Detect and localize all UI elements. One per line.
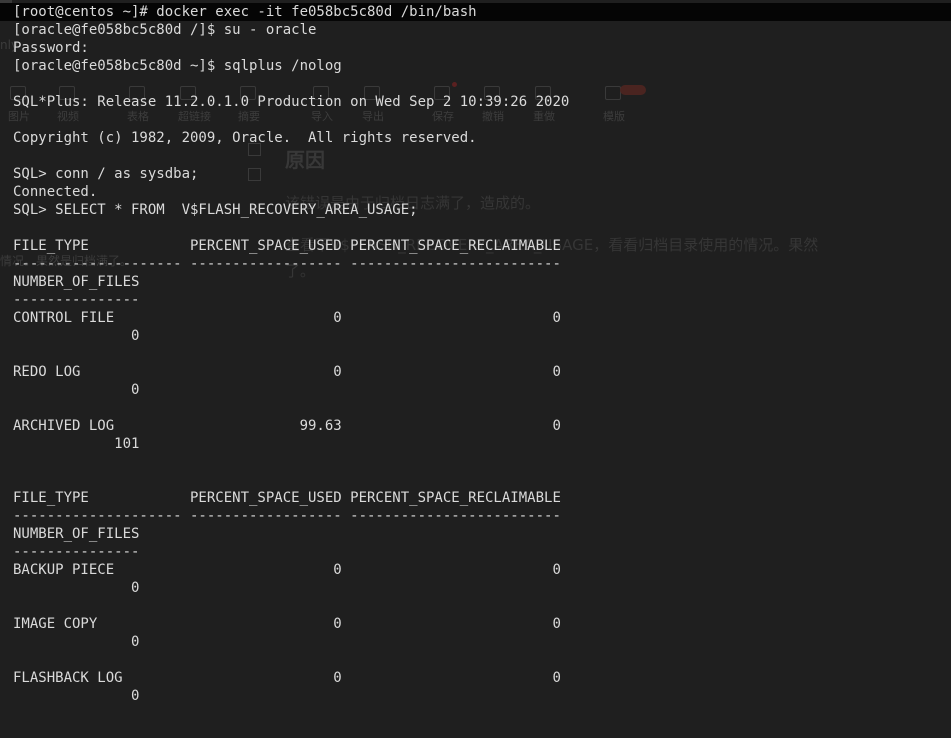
terminal-line: ARCHIVED LOG 99.63 0	[13, 418, 561, 434]
terminal-line: FILE_TYPE PERCENT_SPACE_USED PERCENT_SPA…	[13, 490, 561, 506]
terminal-line: FLASHBACK LOG 0 0	[13, 670, 561, 686]
terminal-line: 0	[13, 580, 140, 596]
terminal-line: CONTROL FILE 0 0	[13, 310, 561, 326]
terminal-output[interactable]: [root@centos ~]# docker exec -it fe058bc…	[0, 3, 951, 705]
terminal-line: [root@centos ~]# docker exec -it fe058bc…	[0, 3, 951, 21]
terminal-line: REDO LOG 0 0	[13, 364, 561, 380]
terminal-line: 0	[13, 328, 140, 344]
terminal-line: SQL> SELECT * FROM V$FLASH_RECOVERY_AREA…	[13, 202, 418, 218]
terminal-line: BACKUP PIECE 0 0	[13, 562, 561, 578]
terminal-line: [oracle@fe058bc5c80d /]$ su - oracle	[13, 22, 317, 38]
terminal-line: ---------------	[13, 544, 140, 560]
terminal-line: -------------------- ------------------ …	[13, 256, 561, 272]
terminal-line: SQL> conn / as sysdba;	[13, 166, 199, 182]
terminal-line: Password:	[13, 40, 89, 56]
terminal-line: SQL*Plus: Release 11.2.0.1.0 Production …	[13, 94, 570, 110]
terminal-line: 0	[13, 688, 140, 704]
terminal-line: Connected.	[13, 184, 98, 200]
terminal-line: Copyright (c) 1982, 2009, Oracle. All ri…	[13, 130, 477, 146]
terminal-line: NUMBER_OF_FILES	[13, 274, 140, 290]
terminal-line: 101	[13, 436, 140, 452]
terminal-line: -------------------- ------------------ …	[13, 508, 561, 524]
terminal-line: ---------------	[13, 292, 140, 308]
terminal-line: FILE_TYPE PERCENT_SPACE_USED PERCENT_SPA…	[13, 238, 561, 254]
terminal-line: 0	[13, 382, 140, 398]
terminal-line: [oracle@fe058bc5c80d ~]$ sqlplus /nolog	[13, 58, 342, 74]
terminal-line: 0	[13, 634, 140, 650]
terminal-line: IMAGE COPY 0 0	[13, 616, 561, 632]
terminal-line: NUMBER_OF_FILES	[13, 526, 140, 542]
terminal-screenshot: 图片 视频 表格 超链接 摘要 导入 导出 保存 撤销 重做 模版 原因 该错误是由于归档日志满了，…	[0, 0, 951, 738]
